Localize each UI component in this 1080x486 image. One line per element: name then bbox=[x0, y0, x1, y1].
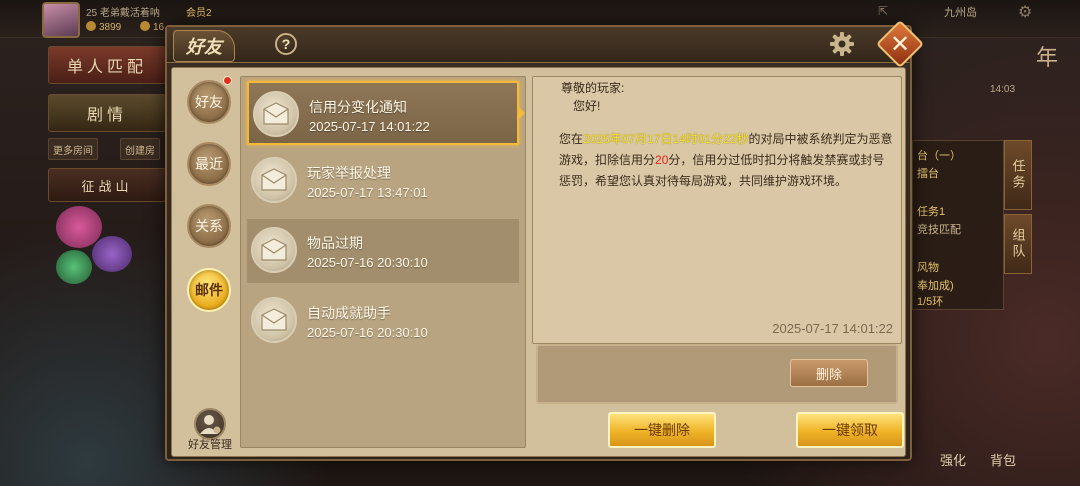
task-side-tab[interactable]: 任务 bbox=[1004, 140, 1032, 210]
create-room-label: 创建房 bbox=[125, 145, 155, 157]
claim-all-label: 一键领取 bbox=[822, 422, 878, 438]
campaign-button[interactable]: 征战山 bbox=[48, 168, 166, 202]
close-icon[interactable]: ✕ bbox=[883, 27, 917, 61]
mail-title: 信用分变化通知 bbox=[309, 99, 407, 115]
quest-line: 台（一） bbox=[917, 150, 961, 162]
coin-value: 3899 bbox=[99, 22, 122, 33]
player-level-name: 25 老弟戴活着呐 bbox=[86, 8, 160, 19]
envelope-icon bbox=[251, 297, 297, 343]
quest-tracker[interactable]: 台（一） 擂台 任务1 竞技匹配 风物 奉加成) 1/5环 bbox=[912, 140, 1004, 310]
friend-manage-button[interactable]: 好友管理 bbox=[188, 408, 232, 451]
create-room-button[interactable]: 创建房 bbox=[120, 138, 160, 160]
quest-line: 1/5环 bbox=[917, 296, 944, 308]
player-avatar[interactable] bbox=[42, 2, 80, 38]
story-label: 剧情 bbox=[86, 107, 127, 124]
rail-tab-label: 最近 bbox=[195, 156, 223, 172]
rail-tab-mail[interactable]: 邮件 bbox=[187, 268, 231, 312]
dialog-header: 好友 ? bbox=[167, 27, 910, 63]
mail-greeting: 尊敬的玩家: bbox=[561, 81, 625, 95]
rail-tab-friends[interactable]: 好友 bbox=[187, 80, 231, 124]
claim-all-button[interactable]: 一键领取 bbox=[796, 412, 904, 448]
mail-text-part: 您在 bbox=[559, 132, 584, 146]
envelope-shape bbox=[261, 168, 287, 191]
mail-title: 物品过期 bbox=[307, 235, 363, 251]
single-match-label: 单人匹配 bbox=[66, 59, 147, 76]
envelope-icon bbox=[253, 91, 299, 137]
settings-gear-icon[interactable] bbox=[829, 31, 855, 57]
delete-all-button[interactable]: 一键删除 bbox=[608, 412, 716, 448]
mail-date: 2025-07-16 20:30:10 bbox=[307, 255, 428, 270]
mail-item[interactable]: 自动成就助手 2025-07-16 20:30:10 bbox=[247, 289, 519, 353]
rail-tab-relations[interactable]: 关系 bbox=[187, 204, 231, 248]
quest-line: 竞技匹配 bbox=[917, 224, 961, 236]
dialog-title: 好友 bbox=[173, 30, 235, 62]
rail-tab-label: 邮件 bbox=[195, 282, 223, 298]
mail-list[interactable]: 信用分变化通知 2025-07-17 14:01:22 玩家举报处理 2025-… bbox=[240, 76, 526, 448]
delete-button[interactable]: 删除 bbox=[790, 359, 868, 387]
clock-label: 14:03 bbox=[990, 84, 1016, 95]
green-orb bbox=[56, 250, 92, 284]
envelope-icon bbox=[251, 157, 297, 203]
rail-tab-label: 好友 bbox=[195, 94, 223, 110]
story-button[interactable]: 剧情 bbox=[48, 94, 166, 132]
team-tab-label: 组队 bbox=[1010, 228, 1026, 260]
mail-score-highlight: 20 bbox=[655, 153, 669, 167]
help-button[interactable]: ? bbox=[275, 33, 297, 55]
mail-item[interactable]: 信用分变化通知 2025-07-17 14:01:22 bbox=[247, 81, 525, 145]
envelope-shape bbox=[261, 308, 287, 331]
gold-count: 16 bbox=[140, 21, 164, 33]
mail-date: 2025-07-16 20:30:10 bbox=[307, 325, 428, 340]
gold-value: 16 bbox=[153, 22, 165, 33]
quest-line: 风物 bbox=[917, 262, 939, 274]
mail-title: 自动成就助手 bbox=[307, 305, 391, 321]
team-side-tab[interactable]: 组队 bbox=[1004, 214, 1032, 274]
mail-item[interactable]: 玩家举报处理 2025-07-17 13:47:01 bbox=[247, 149, 519, 213]
task-tab-label: 任务 bbox=[1010, 159, 1026, 191]
mail-content-date: 2025-07-17 14:01:22 bbox=[772, 321, 893, 336]
rail-tab-recent[interactable]: 最近 bbox=[187, 142, 231, 186]
event-banner-text: 年 bbox=[1036, 45, 1059, 70]
envelope-shape bbox=[263, 102, 289, 125]
selected-arrow-icon bbox=[517, 105, 525, 121]
notification-dot bbox=[223, 76, 232, 85]
coin-count: 3899 bbox=[86, 21, 121, 33]
quest-line: 奉加成) bbox=[917, 280, 954, 292]
exit-icon[interactable]: ⇱ bbox=[878, 4, 888, 18]
more-rooms-button[interactable]: 更多房间 bbox=[48, 138, 98, 160]
rail-tab-label: 关系 bbox=[195, 218, 223, 234]
mail-title: 玩家举报处理 bbox=[307, 165, 391, 181]
mail-action-bar: 删除 bbox=[536, 344, 898, 404]
purple-heart-orb bbox=[92, 236, 132, 272]
mail-hello: 您好! bbox=[573, 99, 601, 113]
envelope-icon bbox=[251, 227, 297, 273]
pink-heart-orb bbox=[56, 206, 102, 248]
mail-body-text: 您在2025年07月17日14时01分22秒的对局中被系统判定为恶意游戏，扣除信… bbox=[559, 129, 893, 192]
friend-manage-label: 好友管理 bbox=[188, 439, 232, 451]
delete-label: 删除 bbox=[815, 366, 842, 382]
strengthen-label[interactable]: 强化 bbox=[940, 450, 966, 469]
delete-all-label: 一键删除 bbox=[634, 422, 690, 438]
mail-time-highlight: 2025年07月17日14时01分22秒 bbox=[583, 132, 749, 146]
friends-dialog: 好友 ? ✕ 好友 最近 关系 邮件 好友管理 信用分变化通知 2025-07-… bbox=[165, 19, 925, 461]
dialog-body: 好友 最近 关系 邮件 好友管理 信用分变化通知 2025-07-17 14:0… bbox=[171, 67, 906, 457]
mail-date: 2025-07-17 14:01:22 bbox=[309, 119, 430, 134]
quest-line: 擂台 bbox=[917, 168, 939, 180]
envelope-shape bbox=[261, 238, 287, 261]
bag-label[interactable]: 背包 bbox=[990, 450, 1016, 469]
more-rooms-label: 更多房间 bbox=[53, 145, 93, 157]
mail-date: 2025-07-17 13:47:01 bbox=[307, 185, 428, 200]
coin-icon bbox=[86, 21, 96, 31]
mail-content-panel: 尊敬的玩家: 您好! 您在2025年07月17日14时01分22秒的对局中被系统… bbox=[532, 76, 902, 344]
single-match-button[interactable]: 单人匹配 bbox=[48, 46, 166, 84]
gold-icon bbox=[140, 21, 150, 31]
settings-gear-icon[interactable]: ⚙ bbox=[1018, 2, 1032, 22]
quest-line: 任务1 bbox=[917, 206, 946, 218]
user-gear-icon bbox=[200, 415, 221, 434]
location-label: 九州岛 bbox=[944, 7, 977, 19]
campaign-label: 征战山 bbox=[81, 178, 133, 194]
vip-badge: 会员2 bbox=[186, 8, 212, 19]
mail-item[interactable]: 物品过期 2025-07-16 20:30:10 bbox=[247, 219, 519, 283]
